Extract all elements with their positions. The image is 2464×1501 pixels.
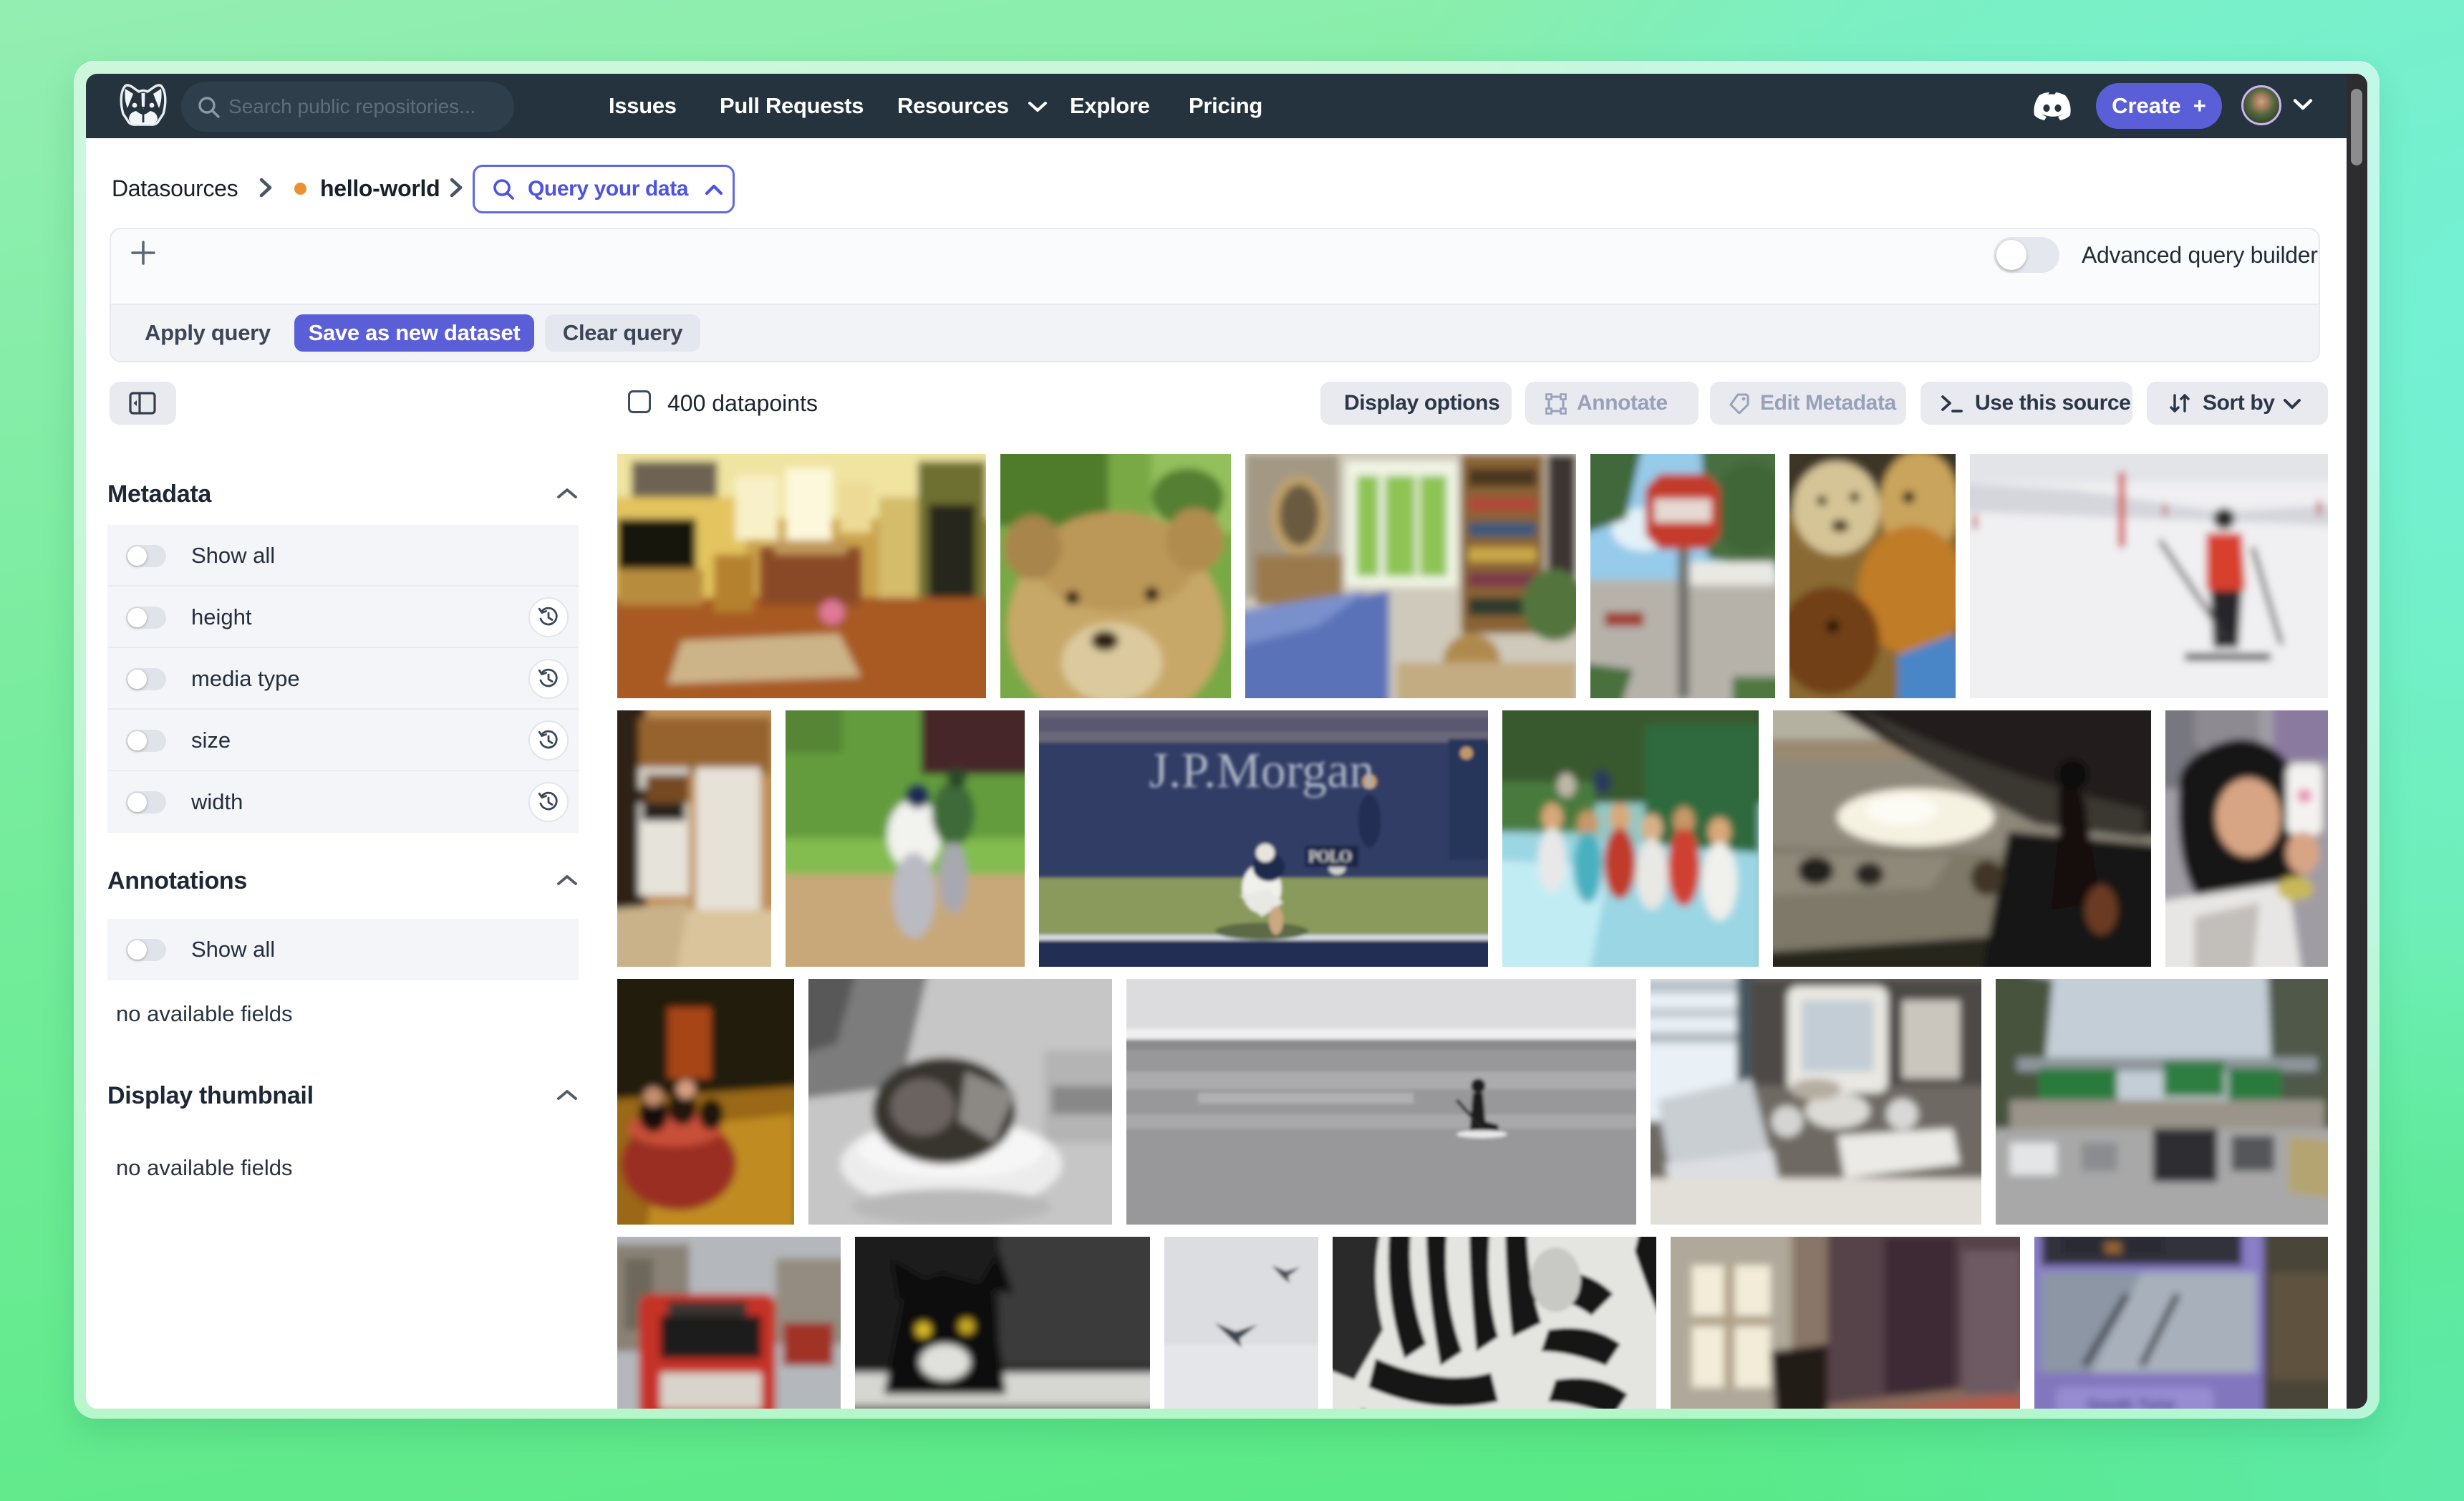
svg-text:J.P.Morgan: J.P.Morgan <box>1149 743 1375 798</box>
svg-text:South Tyne: South Tyne <box>2087 1395 2175 1409</box>
svg-text:POLO: POLO <box>1308 847 1351 865</box>
svg-text:96: 96 <box>2105 1239 2122 1257</box>
